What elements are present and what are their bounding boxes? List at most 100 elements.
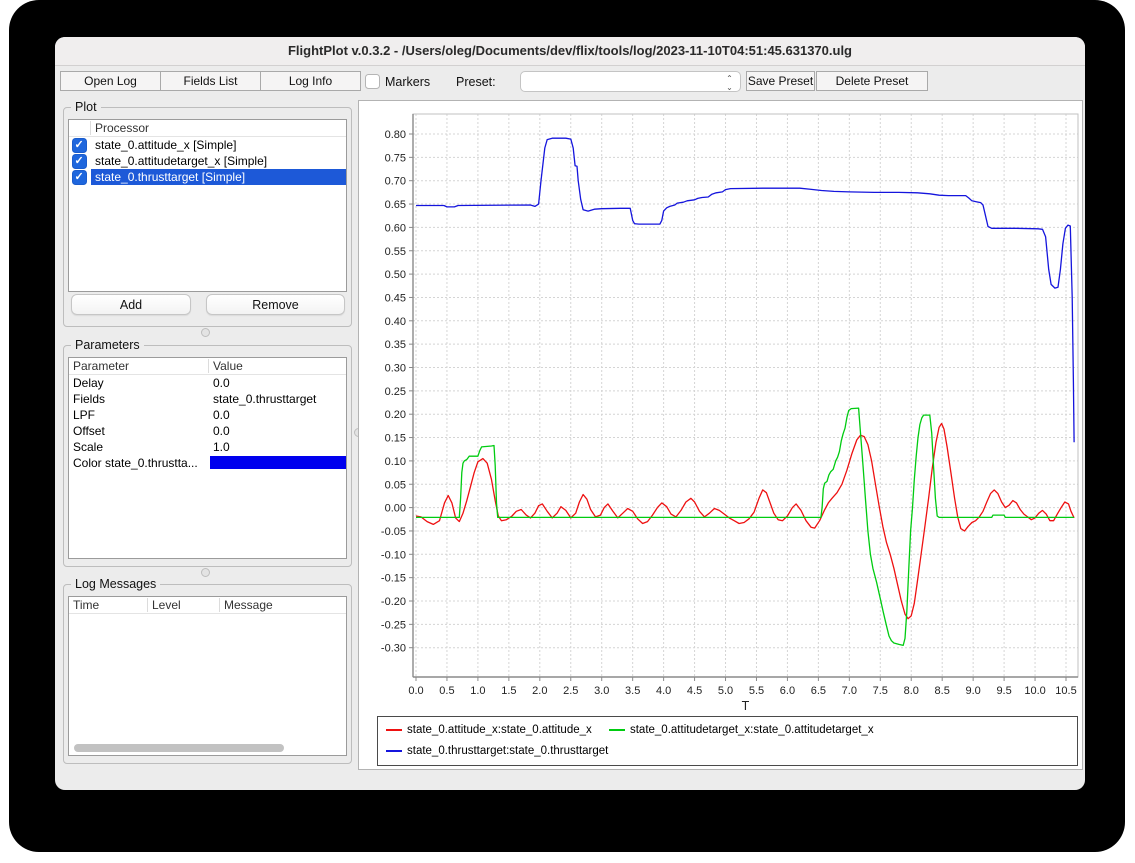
remove-button[interactable]: Remove [206, 294, 345, 315]
parameter-name: LPF [73, 407, 206, 423]
parameter-name: Delay [73, 375, 206, 391]
parameter-value: state_0.thrusttarget [213, 391, 345, 407]
parameter-column-header: Parameter [73, 358, 129, 374]
preset-label: Preset: [456, 75, 496, 89]
svg-text:-0.25: -0.25 [381, 619, 406, 631]
processor-row[interactable]: state_0.thrusttarget [Simple] [69, 169, 346, 185]
svg-text:-0.05: -0.05 [381, 526, 406, 538]
open-log-button[interactable]: Open Log [60, 71, 161, 91]
svg-text:7.0: 7.0 [842, 685, 857, 697]
parameter-name: Scale [73, 439, 206, 455]
combo-stepper-icon[interactable]: ⌃⌄ [723, 72, 736, 91]
flight-data-chart[interactable]: 0.800.750.700.650.600.550.500.450.400.35… [359, 101, 1082, 714]
message-column-header: Message [224, 597, 273, 613]
svg-text:0.60: 0.60 [385, 222, 406, 234]
delete-preset-button[interactable]: Delete Preset [816, 71, 928, 91]
time-column-header: Time [73, 597, 99, 613]
add-button[interactable]: Add [71, 294, 191, 315]
log-info-button[interactable]: Log Info [260, 71, 361, 91]
svg-text:8.5: 8.5 [935, 685, 950, 697]
svg-text:4.5: 4.5 [687, 685, 702, 697]
svg-text:0.55: 0.55 [385, 246, 406, 258]
svg-text:0.80: 0.80 [385, 129, 406, 141]
svg-text:6.0: 6.0 [780, 685, 795, 697]
processor-checkbox-icon[interactable] [72, 170, 87, 185]
svg-text:4.0: 4.0 [656, 685, 671, 697]
parameter-row[interactable]: Fields state_0.thrusttarget [69, 391, 346, 407]
parameters-group-title: Parameters [71, 338, 144, 352]
svg-text:0.50: 0.50 [385, 269, 406, 281]
blue-series-dash-icon [386, 750, 402, 752]
svg-text:0.0: 0.0 [408, 685, 423, 697]
plot-group: Plot Processor state_0.attitude_x [Simpl… [63, 107, 352, 327]
titlebar: FlightPlot v.0.3.2 - /Users/oleg/Documen… [55, 37, 1085, 66]
processor-checkbox-icon[interactable] [72, 154, 87, 169]
svg-text:0.65: 0.65 [385, 199, 406, 211]
parameter-value: 0.0 [213, 375, 345, 391]
horizontal-scrollbar[interactable] [74, 744, 284, 752]
parameters-group: Parameters Parameter Value Delay 0.0 Fie… [63, 345, 352, 567]
parameter-name: Fields [73, 391, 206, 407]
log-messages-table[interactable]: Time Level Message [68, 596, 347, 756]
parameter-row[interactable]: Color state_0.thrustta... [69, 455, 346, 471]
parameter-value: 0.0 [213, 423, 345, 439]
markers-checkbox[interactable] [365, 74, 380, 89]
svg-text:0.70: 0.70 [385, 176, 406, 188]
window-title: FlightPlot v.0.3.2 - /Users/oleg/Documen… [55, 37, 1085, 65]
parameter-row[interactable]: Delay 0.0 [69, 375, 346, 391]
processor-list-header: Processor [69, 120, 346, 137]
chart-panel: 0.800.750.700.650.600.550.500.450.400.35… [358, 100, 1083, 770]
svg-text:5.5: 5.5 [749, 685, 764, 697]
parameter-row[interactable]: Scale 1.0 [69, 439, 346, 455]
parameter-row[interactable]: Offset 0.0 [69, 423, 346, 439]
svg-text:10.0: 10.0 [1024, 685, 1045, 697]
preset-combobox[interactable]: ⌃⌄ [520, 71, 741, 92]
svg-text:1.5: 1.5 [501, 685, 516, 697]
processor-row[interactable]: state_0.attitudetarget_x [Simple] [69, 153, 346, 169]
processor-row-label: state_0.attitude_x [Simple] [91, 137, 346, 153]
svg-text:-0.10: -0.10 [381, 549, 406, 561]
log-messages-group: Log Messages Time Level Message [63, 584, 352, 764]
param-color-swatch[interactable] [210, 456, 346, 469]
parameter-row[interactable]: LPF 0.0 [69, 407, 346, 423]
svg-text:7.5: 7.5 [873, 685, 888, 697]
svg-text:3.5: 3.5 [625, 685, 640, 697]
svg-text:1.0: 1.0 [470, 685, 485, 697]
processor-list[interactable]: Processor state_0.attitude_x [Simple] st… [68, 119, 347, 292]
svg-text:-0.30: -0.30 [381, 643, 406, 655]
legend-item: state_0.thrusttarget:state_0.thrusttarge… [386, 745, 608, 757]
svg-text:0.5: 0.5 [439, 685, 454, 697]
fields-list-button[interactable]: Fields List [160, 71, 261, 91]
log-messages-header: Time Level Message [69, 597, 346, 614]
svg-text:T: T [742, 699, 750, 713]
svg-text:6.5: 6.5 [811, 685, 826, 697]
processor-checkbox-icon[interactable] [72, 138, 87, 153]
svg-text:5.0: 5.0 [718, 685, 733, 697]
svg-text:0.75: 0.75 [385, 152, 406, 164]
svg-text:2.5: 2.5 [563, 685, 578, 697]
splitter-handle[interactable] [201, 328, 210, 337]
splitter-handle[interactable] [201, 568, 210, 577]
parameter-name: Color state_0.thrustta... [73, 455, 206, 471]
parameters-table[interactable]: Parameter Value Delay 0.0 Fields state_0… [68, 357, 347, 559]
legend-label: state_0.attitudetarget_x:state_0.attitud… [630, 724, 874, 736]
legend-item: state_0.attitudetarget_x:state_0.attitud… [609, 724, 874, 736]
save-preset-button[interactable]: Save Preset [746, 71, 815, 91]
chart-legend: state_0.attitude_x:state_0.attitude_x st… [377, 716, 1078, 766]
legend-item: state_0.attitude_x:state_0.attitude_x [386, 724, 592, 736]
value-column-header: Value [213, 358, 243, 374]
svg-text:-0.15: -0.15 [381, 573, 406, 585]
green-series-dash-icon [609, 729, 625, 731]
svg-text:0.45: 0.45 [385, 292, 406, 304]
svg-text:0.05: 0.05 [385, 479, 406, 491]
svg-text:0.30: 0.30 [385, 363, 406, 375]
svg-text:0.20: 0.20 [385, 409, 406, 421]
svg-text:0.10: 0.10 [385, 456, 406, 468]
processor-row[interactable]: state_0.attitude_x [Simple] [69, 137, 346, 153]
svg-text:8.0: 8.0 [904, 685, 919, 697]
processor-row-label: state_0.thrusttarget [Simple] [91, 169, 346, 185]
parameters-table-header: Parameter Value [69, 358, 346, 375]
processor-column-header: Processor [95, 120, 149, 136]
svg-text:9.5: 9.5 [996, 685, 1011, 697]
level-column-header: Level [152, 597, 181, 613]
